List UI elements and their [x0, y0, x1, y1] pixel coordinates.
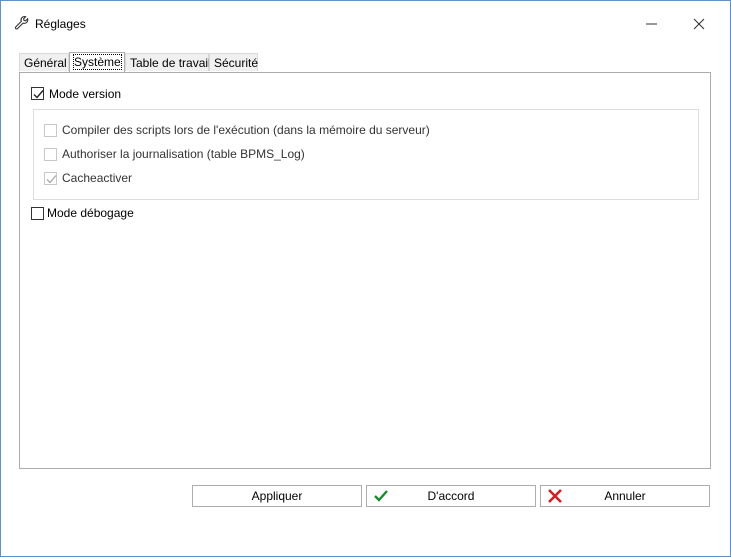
ok-button[interactable]: D'accord — [366, 485, 536, 507]
settings-window: Réglages Général Système Table de travai… — [0, 0, 731, 557]
title-bar: Réglages — [1, 1, 730, 31]
checkmark-icon — [373, 489, 389, 503]
minimize-icon — [646, 23, 657, 25]
debug-mode-label[interactable]: Mode débogage — [47, 206, 134, 220]
close-button[interactable] — [684, 11, 714, 37]
window-title: Réglages — [35, 17, 86, 31]
cross-icon — [547, 489, 563, 503]
apply-button[interactable]: Appliquer — [192, 485, 362, 507]
mode-version-label[interactable]: Mode version — [49, 87, 121, 101]
tab-panel-systeme: Mode version Compiler des scripts lors d… — [19, 72, 711, 469]
tab-table-de-travail[interactable]: Table de travail — [125, 53, 211, 71]
close-icon — [693, 18, 705, 30]
tab-general[interactable]: Général — [19, 53, 69, 71]
checkmark-icon — [33, 90, 44, 99]
checkmark-icon — [46, 175, 57, 184]
minimize-button[interactable] — [637, 11, 667, 37]
cancel-button[interactable]: Annuler — [540, 485, 710, 507]
debug-mode-checkbox[interactable] — [31, 207, 44, 220]
compile-scripts-checkbox[interactable] — [44, 124, 57, 137]
cache-checkbox[interactable] — [44, 172, 57, 185]
journalisation-checkbox[interactable] — [44, 148, 57, 161]
tab-securite[interactable]: Sécurité — [209, 53, 258, 71]
tab-systeme[interactable]: Système — [69, 52, 125, 72]
wrench-icon — [14, 15, 30, 31]
mode-version-checkbox[interactable] — [31, 87, 44, 100]
journalisation-label[interactable]: Authoriser la journalisation (table BPMS… — [62, 147, 305, 161]
version-options-group: Compiler des scripts lors de l'exécution… — [33, 109, 699, 200]
cache-label[interactable]: Cacheactiver — [62, 171, 132, 185]
compile-scripts-label[interactable]: Compiler des scripts lors de l'exécution… — [62, 123, 430, 137]
